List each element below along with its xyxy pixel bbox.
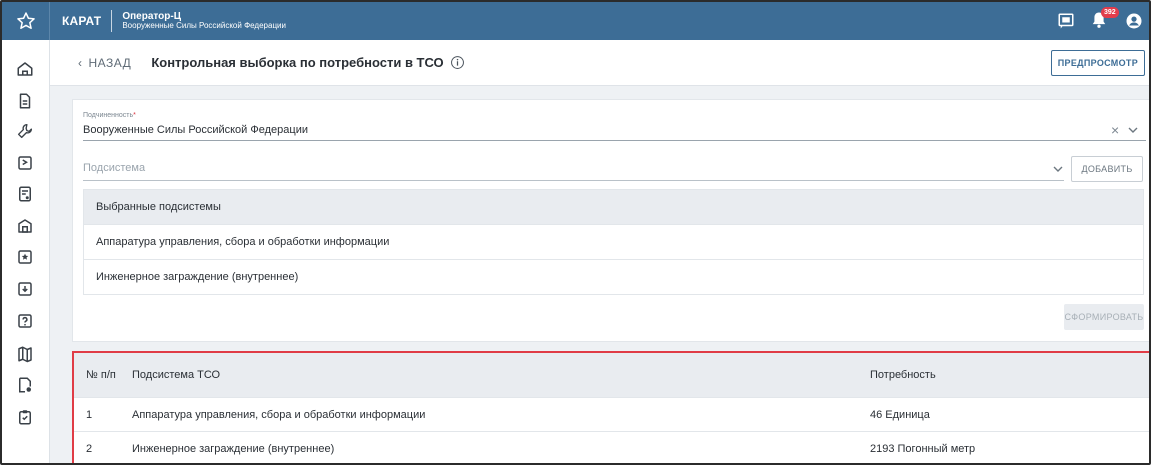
page-title: Контрольная выборка по потребности в ТСО — [151, 55, 444, 70]
result-table: № п/п Подсистема ТСО Потребность 1 Аппар… — [72, 351, 1149, 463]
clear-icon[interactable]: × — [1111, 122, 1119, 138]
chevron-left-icon: ‹ — [78, 55, 83, 70]
sidebar-item-tasks[interactable] — [14, 406, 36, 428]
sidebar-item-home[interactable] — [14, 58, 36, 80]
generate-button[interactable]: СФОРМИРОВАТЬ — [1064, 304, 1144, 330]
wrench-icon — [17, 123, 33, 139]
row-subsystem: Инженерное заграждение (внутреннее) — [132, 442, 335, 455]
selected-subsystem-row[interactable]: Инженерное заграждение (внутреннее) — [84, 259, 1143, 294]
column-header-subsystem: Подсистема ТСО — [132, 369, 221, 381]
shield-star-icon — [18, 250, 32, 264]
row-need: 46 Единица — [870, 408, 930, 421]
table-row[interactable]: 2 Инженерное заграждение (внутреннее) 21… — [74, 431, 1149, 463]
operator-org: Вооруженные Силы Российской Федерации — [122, 21, 286, 31]
app-window: КАРАТ Оператор-Ц Вооруженные Силы Россий… — [0, 0, 1151, 465]
topbar-actions: 392 — [1057, 2, 1143, 40]
result-table-header: № п/п Подсистема ТСО Потребность — [74, 353, 1149, 397]
sidebar-item-security[interactable] — [14, 246, 36, 268]
chevron-down-icon[interactable] — [1128, 126, 1138, 134]
star-icon — [16, 12, 35, 29]
sidebar-item-bookmarks[interactable] — [14, 152, 36, 174]
favorites-button[interactable] — [2, 2, 50, 40]
sidebar — [2, 40, 50, 463]
sidebar-item-settings-files[interactable] — [14, 374, 36, 396]
document-icon — [19, 93, 31, 109]
notifications-button[interactable]: 392 — [1089, 7, 1119, 32]
sidebar-item-documents[interactable] — [14, 90, 36, 112]
preview-button[interactable]: ПРЕДПРОСМОТР — [1050, 50, 1145, 76]
file-settings-icon — [19, 377, 31, 393]
report-icon — [19, 186, 31, 202]
info-icon[interactable] — [450, 55, 465, 70]
page-header: ‹ НАЗАД Контрольная выборка по потребнос… — [50, 40, 1149, 86]
top-bar: КАРАТ Оператор-Ц Вооруженные Силы Россий… — [2, 2, 1149, 40]
column-header-need: Потребность — [870, 369, 936, 381]
back-label: НАЗАД — [88, 55, 132, 70]
row-number: 1 — [86, 408, 93, 421]
subsystem-select[interactable]: Подсистема — [83, 162, 145, 174]
sidebar-item-tools[interactable] — [14, 120, 36, 142]
selected-subsystems-header: Выбранные подсистемы — [84, 190, 1143, 224]
sidebar-item-reports[interactable] — [14, 183, 36, 205]
subordination-underline — [83, 140, 1146, 141]
subordination-select[interactable]: Вооруженные Силы Российской Федерации — [83, 124, 308, 136]
sidebar-item-library[interactable] — [14, 343, 36, 365]
operator-info: Оператор-Ц Вооруженные Силы Российской Ф… — [112, 11, 286, 31]
add-button[interactable]: ДОБАВИТЬ — [1071, 156, 1143, 182]
map-icon — [18, 346, 32, 363]
row-number: 2 — [86, 442, 93, 455]
row-subsystem: Аппаратура управления, сбора и обработки… — [132, 408, 426, 421]
chevron-down-icon[interactable] — [1053, 165, 1063, 173]
subordination-label: Подчиненность* — [83, 112, 136, 119]
home-icon — [17, 62, 33, 76]
user-account-icon[interactable] — [1125, 12, 1143, 30]
subordination-label-text: Подчиненность — [83, 112, 134, 119]
download-icon — [18, 282, 32, 296]
message-icon[interactable] — [1057, 12, 1075, 30]
column-header-number: № п/п — [86, 369, 116, 381]
sidebar-item-import[interactable] — [14, 278, 36, 300]
back-button[interactable]: ‹ НАЗАД — [78, 56, 131, 70]
notification-badge: 392 — [1101, 7, 1119, 18]
brand-logo[interactable]: КАРАТ — [50, 14, 111, 28]
sidebar-item-objects[interactable] — [14, 215, 36, 237]
table-row[interactable]: 1 Аппаратура управления, сбора и обработ… — [74, 397, 1149, 431]
selected-subsystems-table: Выбранные подсистемы Аппаратура управлен… — [83, 189, 1144, 295]
required-mark: * — [133, 112, 136, 119]
building-icon — [18, 219, 32, 233]
subsystem-underline — [83, 180, 1064, 181]
sidebar-item-help[interactable] — [14, 310, 36, 332]
selection-form: Подчиненность* Вооруженные Силы Российск… — [72, 99, 1149, 342]
row-need: 2193 Погонный метр — [870, 442, 976, 455]
help-icon — [18, 314, 32, 328]
bookmark-icon — [18, 156, 32, 170]
selected-subsystem-row[interactable]: Аппаратура управления, сбора и обработки… — [84, 224, 1143, 259]
clipboard-icon — [19, 410, 31, 425]
